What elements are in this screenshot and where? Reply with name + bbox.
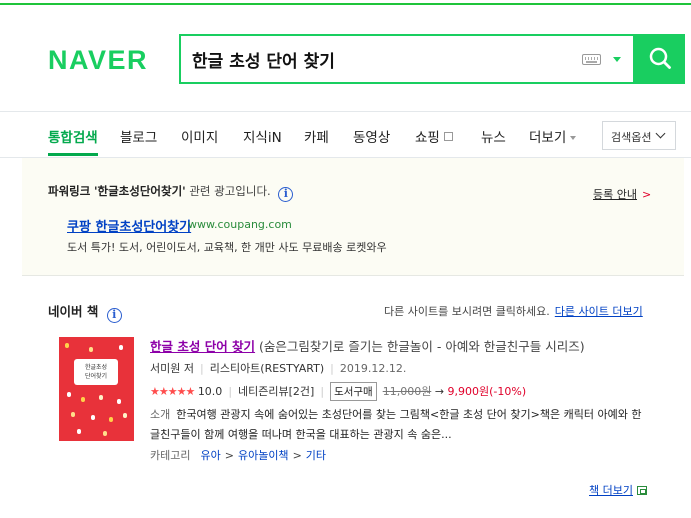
- search-tabs: 통합검색 블로그 이미지 지식iN 카페 동영상 쇼핑 뉴스 더보기 검색옵션: [0, 112, 691, 156]
- book-publisher: 리스티아트(RESTYART): [209, 362, 325, 375]
- book-cover-title: 한글초성 단어찾기: [74, 359, 118, 385]
- register-guide-link[interactable]: 등록 안내 >: [593, 186, 651, 202]
- new-window-icon: [636, 486, 647, 495]
- powerlink-section: 파워링크 '한글초성단어찾기' 관련 광고입니다. i 등록 안내 > 쿠팡 한글…: [22, 158, 684, 276]
- search-box: [179, 34, 635, 84]
- ad-url[interactable]: www.coupang.com: [188, 218, 292, 231]
- category-separator: >: [224, 449, 234, 462]
- book-description: 소개 한국여행 관광지 속에 숨어있는 초성단어를 찾는 그림책<한글 초성 단어…: [150, 405, 650, 445]
- search-icon: [649, 47, 671, 69]
- book-category: 카테고리 유아 > 유아놀이책 > 기타: [150, 447, 326, 463]
- caret-down-icon: [570, 136, 577, 140]
- category-link[interactable]: 유아놀이책: [238, 449, 289, 462]
- book-cover-image[interactable]: 한글초성 단어찾기: [59, 337, 134, 441]
- book-reviews-link[interactable]: 네티즌리뷰[2건]: [238, 385, 314, 398]
- tab-video[interactable]: 동영상: [353, 126, 390, 146]
- powerlink-title: 파워링크: [48, 184, 91, 198]
- ad-description: 도서 특가! 도서, 어린이도서, 교육책, 한 개만 사도 무료배송 로켓와우: [67, 241, 387, 254]
- tab-shopping[interactable]: 쇼핑: [415, 126, 453, 146]
- tab-kin[interactable]: 지식iN: [243, 126, 282, 146]
- buy-book-button[interactable]: 도서구매: [330, 382, 377, 401]
- cover-title-line: 한글초성: [84, 364, 108, 371]
- book-description-label: 소개: [150, 408, 171, 421]
- category-separator: >: [292, 449, 302, 462]
- naver-logo[interactable]: NAVER: [48, 45, 148, 76]
- register-guide-label: 등록 안내: [593, 188, 637, 201]
- book-category-label: 카테고리: [150, 449, 191, 462]
- category-link[interactable]: 기타: [306, 449, 326, 462]
- tab-images[interactable]: 이미지: [181, 126, 218, 146]
- top-accent-line: [0, 3, 691, 5]
- cover-title-line: 단어찾기: [84, 373, 108, 380]
- external-window-icon: [443, 132, 453, 141]
- book-section-title: 네이버 책 i: [48, 301, 122, 323]
- more-books-link[interactable]: 책 더보기: [589, 482, 647, 498]
- keyboard-icon[interactable]: [582, 54, 601, 65]
- book-original-price: 11,000원: [382, 385, 432, 398]
- search-options-label: 검색옵션: [611, 131, 652, 144]
- info-icon[interactable]: i: [106, 308, 122, 323]
- chevron-right-icon: >: [641, 188, 652, 201]
- book-sale-price: 9,900원(-10%): [447, 385, 527, 398]
- tab-news[interactable]: 뉴스: [481, 126, 506, 146]
- powerlink-suffix: 관련 광고입니다.: [189, 184, 271, 198]
- search-button[interactable]: [635, 34, 685, 84]
- book-meta: 서미원 저 | 리스티아트(RESTYART) | 2019.12.12.: [150, 362, 407, 375]
- book-section-label: 네이버 책: [48, 304, 99, 319]
- book-subtitle: (숨은그림찾기로 즐기는 한글놀이 - 아예와 한글친구들 시리즈): [259, 339, 585, 354]
- tab-more-label: 더보기: [529, 130, 567, 146]
- price-arrow: →: [434, 385, 445, 398]
- category-link[interactable]: 유아: [200, 449, 220, 462]
- keyboard-dropdown-icon[interactable]: [613, 57, 621, 62]
- other-sites-link[interactable]: 다른 사이트 더보기: [555, 305, 643, 318]
- other-sites-note: 다른 사이트를 보시려면 클릭하세요.: [384, 305, 550, 318]
- star-rating-icon: ★★★★★: [150, 385, 195, 398]
- chevron-down-icon: [655, 128, 666, 139]
- tab-more[interactable]: 더보기: [529, 126, 577, 146]
- tab-shopping-label: 쇼핑: [415, 130, 440, 146]
- search-options-button[interactable]: 검색옵션: [602, 121, 676, 150]
- info-icon[interactable]: i: [278, 187, 294, 202]
- tab-integrated-search[interactable]: 통합검색: [48, 126, 98, 146]
- book-rating-value: 10.0: [197, 385, 223, 398]
- tab-blog[interactable]: 블로그: [120, 126, 157, 146]
- ad-title-link[interactable]: 쿠팡 한글초성단어찾기: [67, 216, 191, 235]
- book-author: 서미원 저: [150, 362, 194, 375]
- book-section-note: 다른 사이트를 보시려면 클릭하세요. 다른 사이트 더보기: [384, 303, 643, 319]
- powerlink-heading: 파워링크 '한글초성단어찾기' 관련 광고입니다. i: [48, 183, 294, 202]
- active-tab-indicator: [48, 153, 98, 156]
- book-rating-row: ★★★★★ 10.0 | 네티즌리뷰[2건] | 도서구매 11,000원 → 9,900…: [150, 382, 526, 401]
- book-title: 한글 초성 단어 찾기 (숨은그림찾기로 즐기는 한글놀이 - 아예와 한글친구…: [150, 336, 585, 355]
- search-input[interactable]: [181, 36, 571, 82]
- more-books-label: 책 더보기: [589, 484, 633, 497]
- tab-cafe[interactable]: 카페: [304, 126, 329, 146]
- powerlink-query: '한글초성단어찾기': [93, 184, 186, 198]
- book-date: 2019.12.12.: [339, 362, 407, 375]
- book-description-text: 한국여행 관광지 속에 숨어있는 초성단어를 찾는 그림책<한글 초성 단어 찾…: [150, 408, 642, 441]
- book-title-link[interactable]: 한글 초성 단어 찾기: [150, 339, 255, 354]
